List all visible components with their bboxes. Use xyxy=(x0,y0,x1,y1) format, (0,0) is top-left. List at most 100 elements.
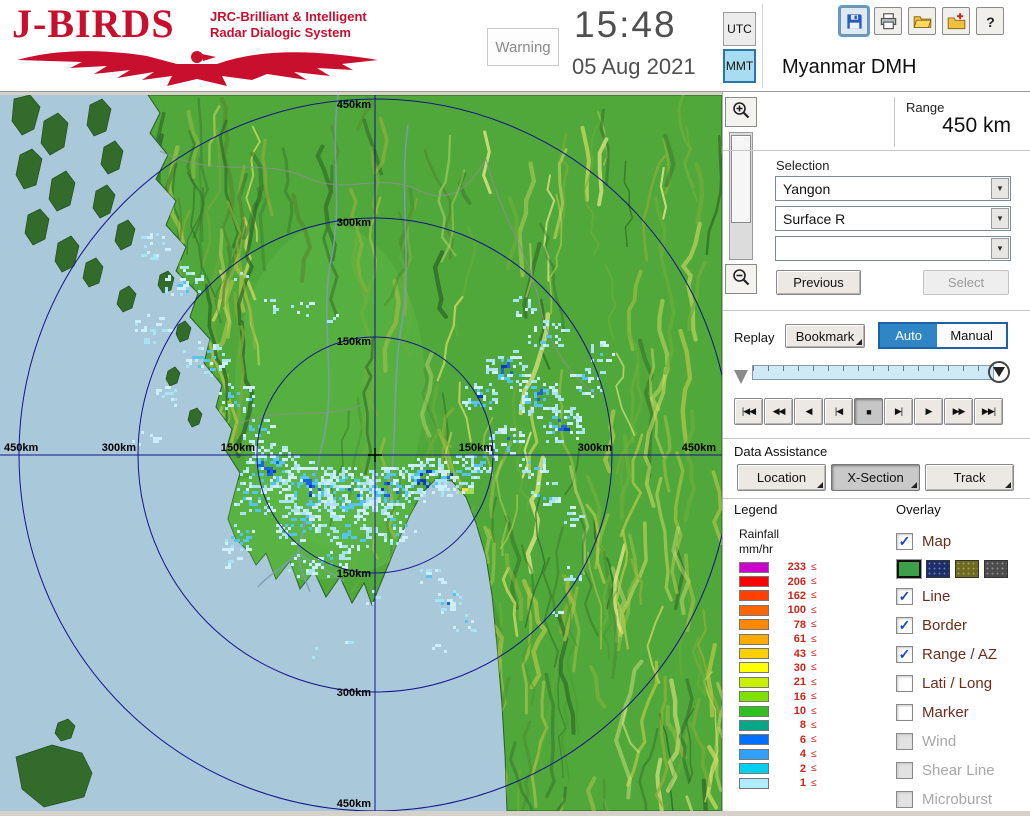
overlay-marker[interactable]: Marker xyxy=(896,698,1028,727)
overlay-label: Overlay xyxy=(896,502,941,517)
legend-color-swatch xyxy=(739,676,769,688)
track-button[interactable]: Track xyxy=(925,464,1014,491)
checkbox[interactable]: ✓ xyxy=(896,588,913,605)
legend-row: 10 ≤ xyxy=(739,704,884,718)
checkbox[interactable]: ✓ xyxy=(896,646,913,663)
overlay-lati-long[interactable]: Lati / Long xyxy=(896,669,1028,698)
legend-operator: ≤ xyxy=(811,604,817,616)
range-label: 300km xyxy=(102,442,136,454)
step-forward-button[interactable]: ▶| xyxy=(884,398,913,425)
stop-button[interactable]: ■ xyxy=(854,398,883,425)
chevron-down-icon[interactable]: ▼ xyxy=(991,178,1009,199)
zoom-in-button[interactable] xyxy=(725,97,757,127)
extra-select[interactable]: ▼ xyxy=(775,236,1011,261)
legend-row: 233 ≤ xyxy=(739,560,884,574)
map-style-gray[interactable] xyxy=(984,560,1008,578)
data-assistance-label: Data Assistance xyxy=(734,444,828,459)
legend-operator: ≤ xyxy=(811,705,817,717)
skip-to-end-button[interactable]: ▶▶| xyxy=(974,398,1003,425)
checkbox xyxy=(896,791,913,808)
legend-row: 1 ≤ xyxy=(739,776,884,790)
product-select[interactable]: Surface R ▼ xyxy=(775,206,1011,231)
checkbox[interactable]: ✓ xyxy=(896,617,913,634)
overlay-microburst: Microburst xyxy=(896,785,1028,814)
selection-dropdowns: Yangon ▼ Surface R ▼ ▼ xyxy=(775,176,1011,266)
legend-row: 61 ≤ xyxy=(739,632,884,646)
legend-panel: Legend Rainfall mm/hr 233 ≤206 ≤162 ≤100 ≤78… xyxy=(734,502,884,790)
app-logo-subtitle: JRC-Brilliant & Intelligent Radar Dialog… xyxy=(210,9,367,40)
step-back-button[interactable]: |◀ xyxy=(824,398,853,425)
import-icon[interactable] xyxy=(942,7,970,35)
zoom-out-button[interactable] xyxy=(725,264,757,294)
range-label: Range xyxy=(906,100,945,115)
map-style-green[interactable] xyxy=(897,560,921,578)
previous-button[interactable]: Previous xyxy=(776,270,861,295)
auto-mode-button[interactable]: Auto xyxy=(880,324,938,347)
open-folder-icon[interactable] xyxy=(908,7,936,35)
range-value: 450 km xyxy=(942,114,1011,137)
help-icon[interactable]: ? xyxy=(976,7,1004,35)
legend-color-swatch xyxy=(739,763,769,775)
legend-operator: ≤ xyxy=(811,777,817,789)
data-assistance-buttons: Location X-Section Track xyxy=(737,464,1014,491)
x-section-button[interactable]: X-Section xyxy=(831,464,920,491)
utc-button[interactable]: UTC xyxy=(723,12,756,46)
chevron-down-icon[interactable]: ▼ xyxy=(991,208,1009,229)
legend-operator: ≤ xyxy=(811,619,817,631)
fast-rewind-button[interactable]: ◀◀ xyxy=(764,398,793,425)
checkbox xyxy=(896,733,913,750)
chevron-down-icon[interactable]: ▼ xyxy=(991,238,1009,259)
legend-unit-1: Rainfall xyxy=(739,527,780,541)
warning-button[interactable]: Warning xyxy=(487,28,559,66)
overlay-wind: Wind xyxy=(896,727,1028,756)
legend-color-swatch xyxy=(739,662,769,674)
legend-value: 100 xyxy=(787,604,806,617)
print-icon[interactable] xyxy=(874,7,902,35)
replay-timeline xyxy=(734,360,1010,390)
site-select[interactable]: Yangon ▼ xyxy=(775,176,1011,201)
overlay-item-label: Marker xyxy=(922,704,969,721)
replay-mode-switch: Auto Manual xyxy=(878,322,1008,349)
legend-color-swatch xyxy=(739,691,769,703)
skip-to-start-button[interactable]: |◀◀ xyxy=(734,398,763,425)
checkbox[interactable] xyxy=(896,704,913,721)
map-style-navy[interactable] xyxy=(926,560,950,578)
checkbox[interactable]: ✓ xyxy=(896,533,913,550)
overlay-border[interactable]: ✓ Border xyxy=(896,611,1028,640)
overlay-map[interactable]: ✓ Map xyxy=(896,527,1028,556)
legend-operator: ≤ xyxy=(811,648,817,660)
legend-color-swatch xyxy=(739,576,769,588)
radar-map[interactable]: 450km 300km 150km 150km 300km 450km 450km 300km… xyxy=(0,94,732,812)
bookmark-button[interactable]: Bookmark xyxy=(785,324,865,348)
mmt-button[interactable]: MMT xyxy=(723,49,756,83)
overlay-range-az[interactable]: ✓ Range / AZ xyxy=(896,640,1028,669)
map-style-swatches xyxy=(897,556,1028,582)
legend-unit-2: mm/hr xyxy=(739,542,773,556)
dropdown-value: Surface R xyxy=(783,210,846,227)
legend-value: 206 xyxy=(787,575,806,588)
fast-forward-button[interactable]: ▶▶ xyxy=(944,398,973,425)
legend-value: 30 xyxy=(793,661,806,674)
legend-color-swatch xyxy=(739,748,769,760)
legend-value: 1 xyxy=(799,777,806,790)
map-style-olive[interactable] xyxy=(955,560,979,578)
overlay-line[interactable]: ✓ Line xyxy=(896,582,1028,611)
save-icon[interactable] xyxy=(840,7,868,35)
timeline-position-handle[interactable] xyxy=(988,361,1010,383)
legend-operator: ≤ xyxy=(811,719,817,731)
timeline-start-marker-icon xyxy=(734,370,748,384)
legend-color-swatch xyxy=(739,777,769,789)
play-reverse-button[interactable]: ◀ xyxy=(794,398,823,425)
timeline-track[interactable] xyxy=(752,365,994,380)
manual-mode-button[interactable]: Manual xyxy=(937,324,1006,347)
legend-row: 43 ≤ xyxy=(739,646,884,660)
zoom-scrollbar[interactable] xyxy=(729,132,753,260)
location-button[interactable]: Location xyxy=(737,464,826,491)
overlay-shear-line: Shear Line xyxy=(896,756,1028,785)
range-label: 300km xyxy=(578,442,612,454)
range-label: 300km xyxy=(337,217,371,229)
checkbox[interactable] xyxy=(896,675,913,692)
zoom-scrollbar-thumb[interactable] xyxy=(731,135,751,223)
play-button[interactable]: ▶ xyxy=(914,398,943,425)
select-button[interactable]: Select xyxy=(923,270,1009,295)
